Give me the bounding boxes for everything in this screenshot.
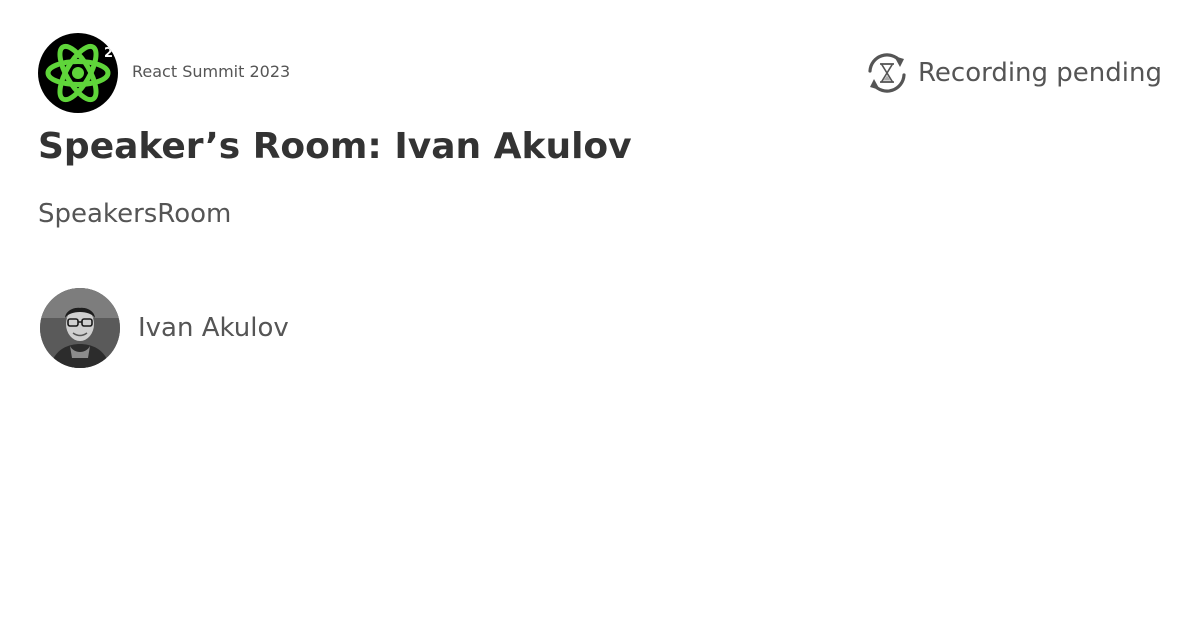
talk-title: Speaker’s Room: Ivan Akulov xyxy=(38,126,632,167)
recording-status: Recording pending xyxy=(864,50,1162,96)
hourglass-sync-icon xyxy=(864,50,910,96)
speaker-avatar[interactable] xyxy=(40,288,120,368)
event-name[interactable]: React Summit 2023 xyxy=(132,62,290,81)
event-logo: 2 xyxy=(38,33,118,113)
logo-badge: 2 xyxy=(104,46,113,61)
speaker-name[interactable]: Ivan Akulov xyxy=(138,313,289,343)
recording-status-label: Recording pending xyxy=(918,58,1162,88)
talk-track[interactable]: SpeakersRoom xyxy=(38,199,231,229)
speaker-card[interactable]: Ivan Akulov xyxy=(40,288,289,368)
react-atom-icon: 2 xyxy=(45,43,113,103)
